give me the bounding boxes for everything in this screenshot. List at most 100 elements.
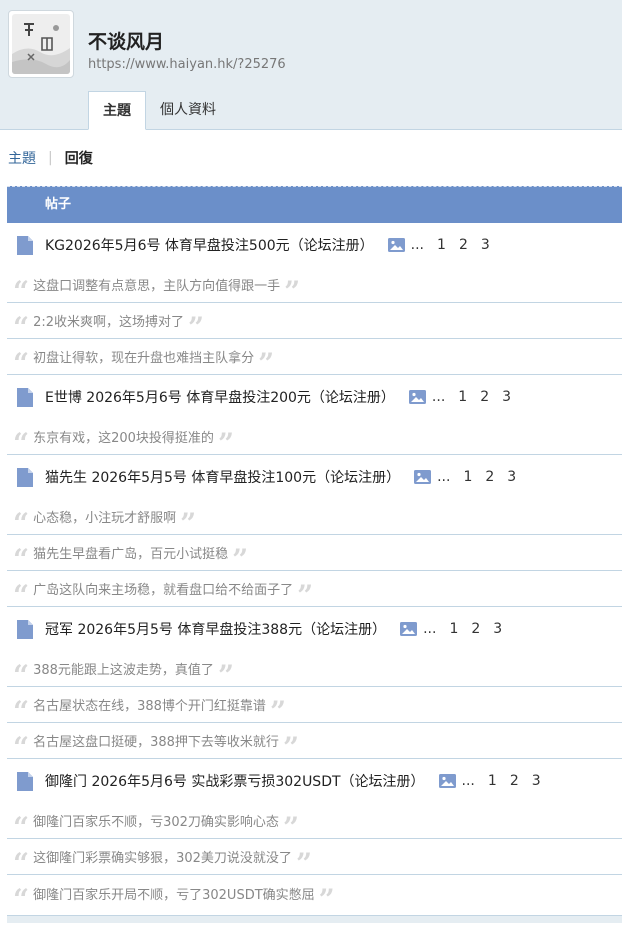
reply-text[interactable]: 2:2收米爽啊，这场搏对了 bbox=[33, 311, 184, 330]
tab-profile[interactable]: 個人資料 bbox=[146, 91, 230, 130]
page-link[interactable]: 3 bbox=[481, 237, 490, 253]
tab-topics[interactable]: 主題 bbox=[88, 91, 146, 130]
thread-title[interactable]: 御隆门 2026年5月6号 实战彩票亏损302USDT（论坛注册） bbox=[45, 771, 425, 791]
thread-row: KG2026年5月6号 体育早盘投注500元（论坛注册）... 1 2 3 bbox=[7, 223, 622, 267]
page-link[interactable]: 2 bbox=[485, 469, 494, 485]
thread-title[interactable]: 冠军 2026年5月5号 体育早盘投注388元（论坛注册） bbox=[45, 619, 386, 639]
open-quote-icon: “ bbox=[13, 313, 30, 334]
site-name: 不谈风月 bbox=[88, 31, 165, 53]
open-quote-icon: “ bbox=[13, 697, 30, 718]
reply-row: “御隆门百家乐开局不顺，亏了302USDT确实憋屈” bbox=[7, 875, 622, 911]
page-link[interactable]: 3 bbox=[507, 469, 516, 485]
document-icon bbox=[17, 467, 33, 487]
close-quote-icon: ” bbox=[217, 429, 235, 450]
page-link[interactable]: 3 bbox=[532, 773, 541, 789]
reply-text[interactable]: 心态稳，小注玩才舒服啊 bbox=[33, 507, 176, 526]
document-icon bbox=[17, 387, 33, 407]
thread-row: 冠军 2026年5月5号 体育早盘投注388元（论坛注册）... 1 2 3 bbox=[7, 607, 622, 651]
footer-strip bbox=[7, 915, 622, 923]
thread-title[interactable]: 猫先生 2026年5月5号 体育早盘投注100元（论坛注册） bbox=[45, 467, 400, 487]
document-icon bbox=[17, 235, 33, 255]
page-link[interactable]: 1 bbox=[463, 469, 472, 485]
reply-row: “这盘口调整有点意思，主队方向值得跟一手” bbox=[7, 267, 622, 303]
reply-text[interactable]: 御隆门百家乐开局不顺，亏了302USDT确实憋屈 bbox=[33, 884, 315, 903]
close-quote-icon: ” bbox=[282, 733, 300, 754]
document-icon bbox=[17, 771, 33, 791]
replies-link[interactable]: 回復 bbox=[65, 148, 93, 168]
page-link[interactable]: 2 bbox=[510, 773, 519, 789]
page-link[interactable]: 3 bbox=[493, 621, 502, 637]
reply-row: “这御隆门彩票确实够狠，302美刀说没就没了” bbox=[7, 839, 622, 875]
posts-table: 帖子 KG2026年5月6号 体育早盘投注500元（论坛注册）... 1 2 3 “这盘… bbox=[7, 186, 622, 923]
page-link[interactable]: 2 bbox=[471, 621, 480, 637]
open-quote-icon: “ bbox=[13, 661, 30, 682]
open-quote-icon: “ bbox=[13, 277, 30, 298]
reply-row: “广岛这队向来主场稳，就看盘口给不给面子了” bbox=[7, 571, 622, 607]
close-quote-icon: ” bbox=[284, 277, 301, 298]
image-attachment-icon bbox=[438, 774, 456, 788]
subnav-separator: | bbox=[48, 150, 53, 166]
close-quote-icon: ” bbox=[180, 509, 197, 530]
reply-row: “2:2收米爽啊，这场搏对了” bbox=[7, 303, 622, 339]
page-ellipsis: ... bbox=[423, 621, 437, 637]
table-header: 帖子 bbox=[7, 186, 622, 223]
image-attachment-icon bbox=[400, 622, 418, 636]
close-quote-icon: ” bbox=[295, 849, 313, 870]
thread-row: E世博 2026年5月6号 体育早盘投注200元（论坛注册）... 1 2 3 bbox=[7, 375, 622, 419]
open-quote-icon: “ bbox=[13, 886, 30, 906]
page-link[interactable]: 2 bbox=[459, 237, 468, 253]
profile-header: 不谈风月 https://www.haiyan.hk/?25276 主題 個人資… bbox=[0, 0, 622, 130]
topics-link[interactable]: 主題 bbox=[8, 148, 36, 168]
close-quote-icon: ” bbox=[232, 545, 249, 566]
thread-list: KG2026年5月6号 体育早盘投注500元（论坛注册）... 1 2 3 “这盘口调整… bbox=[7, 223, 622, 911]
reply-text[interactable]: 388元能跟上这波走势，真值了 bbox=[33, 659, 214, 678]
page-ellipsis: ... bbox=[437, 469, 451, 485]
thread-title[interactable]: E世博 2026年5月6号 体育早盘投注200元（论坛注册） bbox=[45, 387, 395, 407]
reply-row: “388元能跟上这波走势，真值了” bbox=[7, 651, 622, 687]
page-ellipsis: ... bbox=[431, 389, 446, 405]
sub-navigation: 主題 | 回復 bbox=[0, 130, 622, 186]
page-link[interactable]: 1 bbox=[488, 773, 497, 789]
open-quote-icon: “ bbox=[13, 509, 30, 530]
avatar[interactable] bbox=[8, 10, 74, 78]
thread-title[interactable]: KG2026年5月6号 体育早盘投注500元（论坛注册） bbox=[45, 235, 374, 255]
page-link[interactable]: 1 bbox=[458, 389, 467, 405]
reply-row: “名古屋这盘口挺硬，388押下去等收米就行” bbox=[7, 723, 622, 759]
open-quote-icon: “ bbox=[13, 733, 30, 754]
open-quote-icon: “ bbox=[13, 581, 30, 602]
open-quote-icon: “ bbox=[13, 349, 30, 370]
image-attachment-icon bbox=[408, 390, 426, 404]
open-quote-icon: “ bbox=[13, 813, 30, 834]
close-quote-icon: ” bbox=[297, 581, 314, 602]
reply-row: “东京有戏，这200块投得挺准的” bbox=[7, 419, 622, 455]
avatar-image bbox=[12, 14, 70, 74]
reply-row: “御隆门百家乐不顺，亏302刀确实影响心态” bbox=[7, 803, 622, 839]
page-link[interactable]: 3 bbox=[502, 389, 511, 405]
reply-text[interactable]: 猫先生早盘看广岛，百元小试挺稳 bbox=[33, 543, 228, 562]
close-quote-icon: ” bbox=[282, 813, 300, 834]
page-link[interactable]: 1 bbox=[449, 621, 458, 637]
reply-text[interactable]: 这盘口调整有点意思，主队方向值得跟一手 bbox=[33, 275, 280, 294]
reply-text[interactable]: 初盘让得软，现在升盘也难挡主队拿分 bbox=[33, 347, 254, 366]
reply-text[interactable]: 这御隆门彩票确实够狠，302美刀说没就没了 bbox=[33, 847, 292, 866]
close-quote-icon: ” bbox=[258, 349, 275, 370]
page-ellipsis: ... bbox=[410, 237, 425, 253]
document-icon bbox=[17, 619, 33, 639]
close-quote-icon: ” bbox=[318, 886, 335, 906]
reply-text[interactable]: 东京有戏，这200块投得挺准的 bbox=[33, 427, 214, 446]
page-link[interactable]: 1 bbox=[437, 237, 446, 253]
site-url[interactable]: https://www.haiyan.hk/?25276 bbox=[88, 57, 286, 72]
reply-text[interactable]: 广岛这队向来主场稳，就看盘口给不给面子了 bbox=[33, 579, 293, 598]
thread-row: 御隆门 2026年5月6号 实战彩票亏损302USDT（论坛注册）... 1 2 3 bbox=[7, 759, 622, 803]
image-attachment-icon bbox=[387, 238, 405, 252]
reply-text[interactable]: 御隆门百家乐不顺，亏302刀确实影响心态 bbox=[33, 811, 279, 830]
thread-row: 猫先生 2026年5月5号 体育早盘投注100元（论坛注册）... 1 2 3 bbox=[7, 455, 622, 499]
reply-row: “猫先生早盘看广岛，百元小试挺稳” bbox=[7, 535, 622, 571]
reply-row: “名古屋状态在线，388博个开门红挺靠谱” bbox=[7, 687, 622, 723]
page-ellipsis: ... bbox=[461, 773, 475, 789]
open-quote-icon: “ bbox=[13, 429, 30, 450]
profile-tabs: 主題 個人資料 bbox=[88, 91, 230, 130]
page-link[interactable]: 2 bbox=[480, 389, 489, 405]
reply-text[interactable]: 名古屋这盘口挺硬，388押下去等收米就行 bbox=[33, 731, 279, 750]
reply-text[interactable]: 名古屋状态在线，388博个开门红挺靠谱 bbox=[33, 695, 266, 714]
